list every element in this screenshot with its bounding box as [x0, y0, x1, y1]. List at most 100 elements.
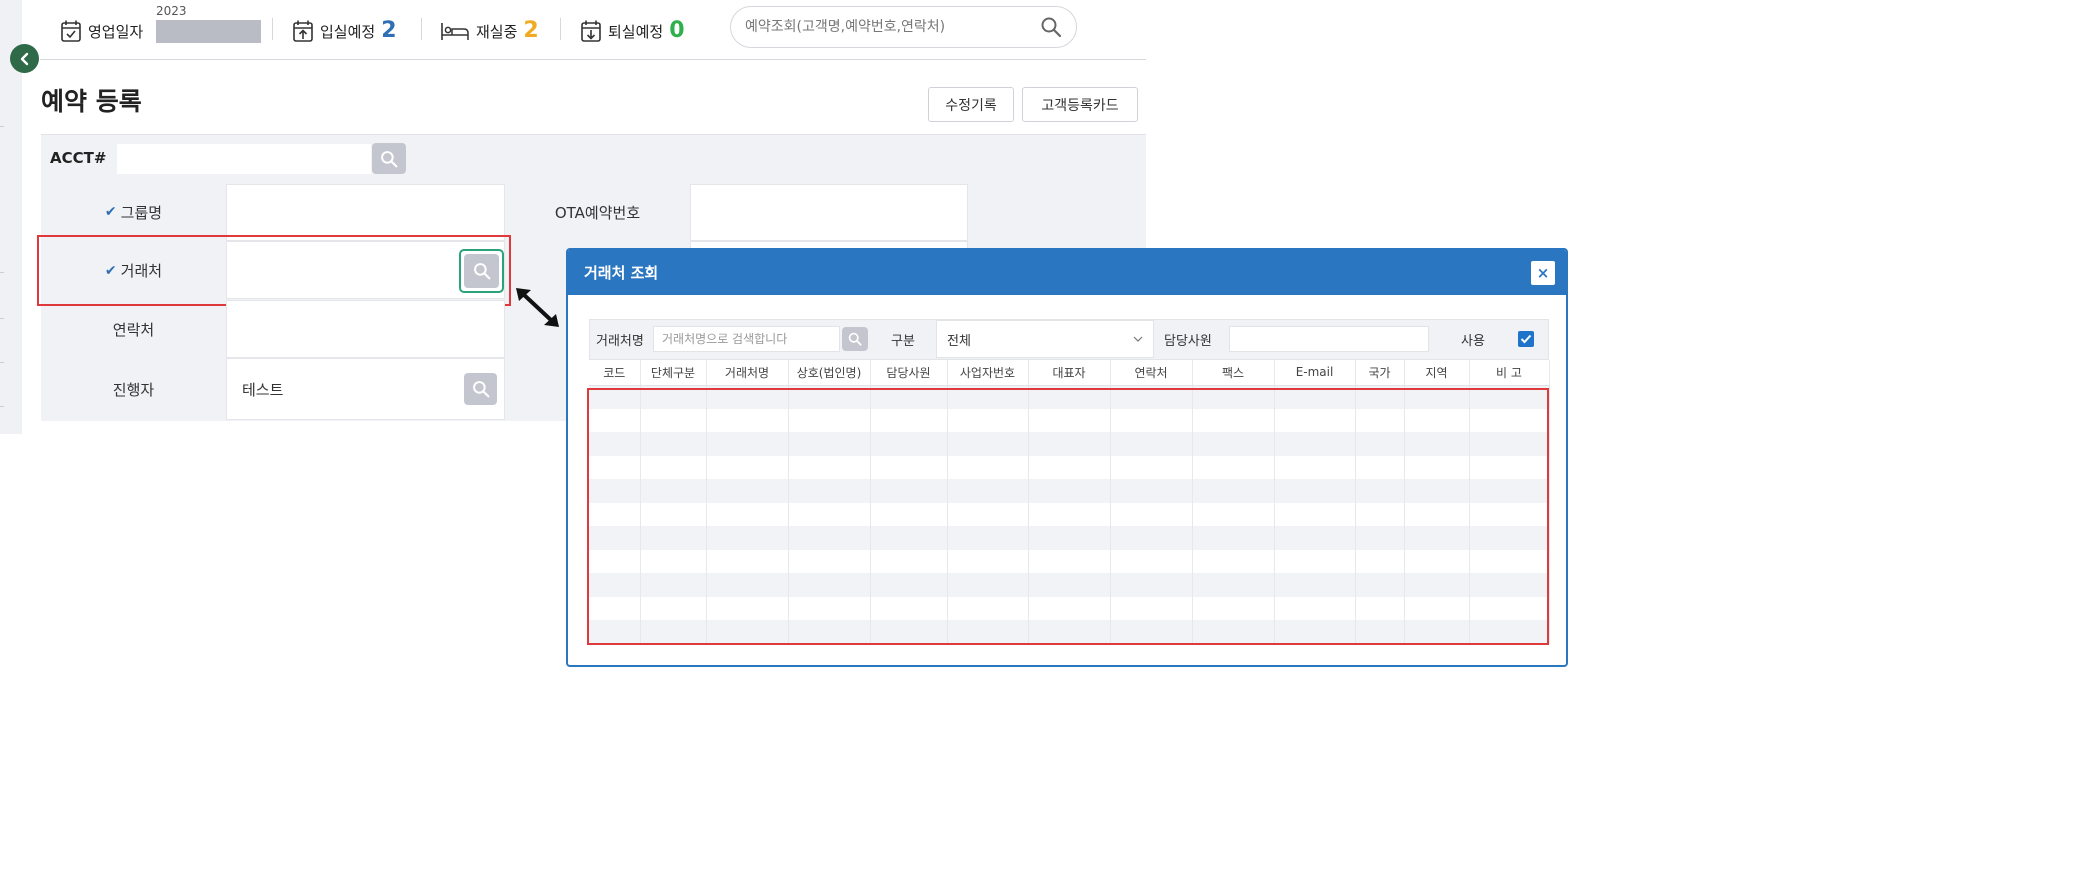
table-cell [1274, 432, 1356, 456]
filter-name-input[interactable] [653, 326, 840, 352]
table-cell [788, 502, 871, 527]
table-cell [947, 432, 1029, 456]
table-cell [640, 408, 707, 433]
modal-header [568, 250, 1566, 295]
column-header[interactable]: 코드 [589, 360, 641, 386]
table-row[interactable] [589, 408, 1550, 433]
calendar-arrow-down-icon [581, 20, 601, 42]
table-cell [1404, 479, 1470, 503]
column-header[interactable]: 연락처 [1110, 360, 1193, 386]
column-header[interactable]: 팩스 [1192, 360, 1275, 386]
table-row[interactable] [589, 620, 1550, 644]
column-header[interactable]: 국가 [1355, 360, 1405, 386]
acct-input[interactable] [117, 144, 371, 174]
column-header[interactable]: 담당사원 [870, 360, 948, 386]
table-row[interactable] [589, 385, 1550, 409]
agent-search-button[interactable] [464, 373, 497, 405]
bed-icon [441, 23, 469, 40]
table-cell [640, 620, 707, 644]
table-cell [1192, 432, 1275, 456]
search-icon[interactable] [1040, 16, 1062, 38]
checkout-label: 퇴실예정 [608, 22, 664, 41]
table-cell [1274, 549, 1356, 574]
table-header-row: 코드 단체구분 거래처명 상호(법인명) 담당사원 사업자번호 대표자 연락처 … [589, 360, 1550, 386]
table-cell [706, 620, 789, 644]
reservation-search-box [730, 6, 1077, 48]
group-name-input[interactable] [226, 184, 505, 241]
table-row[interactable] [589, 455, 1550, 480]
table-cell [589, 502, 641, 527]
client-row-highlight [37, 235, 511, 306]
column-header[interactable]: 지역 [1404, 360, 1470, 386]
table-cell [706, 479, 789, 503]
table-cell [870, 549, 948, 574]
table-cell [1192, 549, 1275, 574]
table-row[interactable] [589, 573, 1550, 597]
table-cell [947, 596, 1029, 621]
table-cell [870, 526, 948, 550]
table-row[interactable] [589, 432, 1550, 456]
table-cell [788, 385, 871, 409]
table-cell [1355, 596, 1405, 621]
required-check-icon: ✔ [104, 204, 117, 220]
table-cell [1028, 479, 1111, 503]
modal-close-button[interactable]: × [1531, 261, 1555, 285]
table-cell [1274, 526, 1356, 550]
table-cell [589, 408, 641, 433]
column-header[interactable]: 비 고 [1469, 360, 1550, 386]
staying-label: 재실중 [476, 22, 518, 41]
filter-name-search-button[interactable] [842, 327, 868, 351]
collapse-sidebar-button[interactable] [10, 44, 39, 73]
table-cell [640, 526, 707, 550]
search-icon [472, 381, 489, 398]
table-cell [1110, 596, 1193, 621]
contact-input[interactable] [226, 300, 505, 358]
table-cell [1028, 526, 1111, 550]
column-header[interactable]: 단체구분 [640, 360, 707, 386]
table-cell [1110, 455, 1193, 480]
edit-history-button[interactable]: 수정기록 [928, 87, 1014, 122]
customer-card-button[interactable]: 고객등록카드 [1022, 87, 1138, 122]
table-cell [1274, 596, 1356, 621]
column-header[interactable]: 사업자번호 [947, 360, 1029, 386]
calendar-check-icon [61, 20, 81, 42]
modal-title: 거래처 조회 [584, 264, 659, 282]
filter-type-select[interactable]: 전체 [936, 320, 1154, 358]
column-header[interactable]: 상호(법인명) [788, 360, 871, 386]
acct-search-button[interactable] [372, 143, 406, 174]
table-cell [706, 455, 789, 480]
table-cell [1404, 620, 1470, 644]
table-cell [1192, 620, 1275, 644]
staying-count: 2 [523, 18, 539, 43]
chevron-down-icon [1133, 336, 1143, 342]
checkout-status[interactable]: 퇴실예정 0 [580, 16, 685, 46]
reservation-search-input[interactable] [745, 19, 1040, 35]
checkin-status[interactable]: 입실예정 2 [292, 16, 397, 46]
table-row[interactable] [589, 479, 1550, 503]
column-header[interactable]: E-mail [1274, 360, 1356, 386]
table-row[interactable] [589, 549, 1550, 574]
filter-use-checkbox[interactable] [1518, 331, 1534, 347]
table-cell [947, 620, 1029, 644]
filter-name-label: 거래처명 [596, 334, 644, 349]
table-cell [788, 408, 871, 433]
table-cell [640, 549, 707, 574]
table-cell [1192, 385, 1275, 409]
filter-staff-input[interactable] [1229, 326, 1429, 352]
column-header[interactable]: 대표자 [1028, 360, 1111, 386]
table-cell [1469, 502, 1550, 527]
table-cell [947, 526, 1029, 550]
table-cell [589, 479, 641, 503]
table-row[interactable] [589, 596, 1550, 621]
table-cell [1110, 385, 1193, 409]
business-date-year: 2023 [156, 4, 187, 18]
table-cell [1469, 573, 1550, 597]
column-header[interactable]: 거래처명 [706, 360, 789, 386]
table-cell [870, 502, 948, 527]
table-row[interactable] [589, 526, 1550, 550]
table-cell [640, 596, 707, 621]
ota-number-input[interactable] [690, 184, 968, 241]
staying-status[interactable]: 재실중 2 [440, 16, 539, 46]
header-divider-line [40, 59, 1146, 60]
table-row[interactable] [589, 502, 1550, 527]
